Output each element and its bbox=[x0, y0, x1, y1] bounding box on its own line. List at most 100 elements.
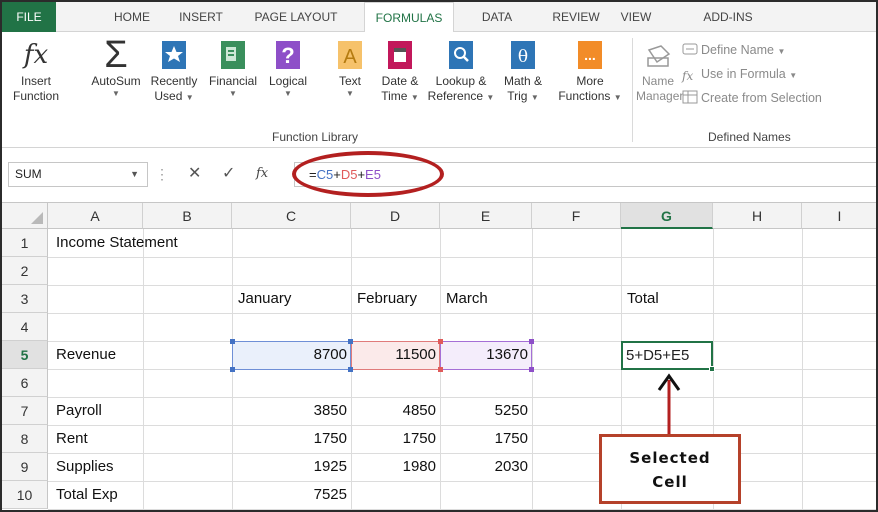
ribbon-tab-bar: FILE HOME INSERT PAGE LAYOUT FORMULAS DA… bbox=[2, 2, 876, 33]
date-time-label-1: Date & bbox=[381, 74, 419, 88]
annotation-circle bbox=[292, 151, 444, 197]
date-time-button[interactable]: Date & Time ▼ bbox=[372, 40, 428, 105]
use-in-formula-button[interactable]: fx Use in Formula ▼ bbox=[682, 64, 797, 84]
cell-d5[interactable]: 11500 bbox=[351, 341, 440, 369]
selected-cell-callout: Selected Cell bbox=[599, 434, 741, 504]
more-functions-button[interactable]: ... More Functions ▼ bbox=[552, 40, 628, 105]
tab-insert[interactable]: INSERT bbox=[170, 2, 232, 32]
worksheet-grid[interactable]: A B C D E F G H I 1 2 3 4 5 6 7 8 9 10 I… bbox=[2, 202, 876, 510]
cell-e8[interactable]: 1750 bbox=[440, 425, 532, 453]
svg-text:A: A bbox=[343, 46, 357, 68]
math-trig-button[interactable]: θ Math & Trig ▼ bbox=[498, 40, 548, 105]
column-header-c[interactable]: C bbox=[232, 203, 351, 229]
cell-d7[interactable]: 4850 bbox=[351, 397, 440, 425]
cell-a1[interactable]: Income Statement bbox=[50, 229, 178, 257]
name-box[interactable]: SUM ▼ bbox=[8, 162, 148, 187]
create-from-selection-button[interactable]: Create from Selection bbox=[682, 88, 822, 108]
formula-bar: SUM ▼ ⋮ ✕ ✓ fx =C5+D5+E5 bbox=[2, 148, 876, 202]
row-header-2[interactable]: 2 bbox=[2, 257, 48, 285]
name-manager-button[interactable]: Name Manager bbox=[636, 40, 683, 104]
name-box-value: SUM bbox=[15, 167, 42, 181]
column-header-h[interactable]: H bbox=[713, 203, 802, 229]
row-header-8[interactable]: 8 bbox=[2, 425, 48, 453]
cell-e5[interactable]: 13670 bbox=[440, 341, 532, 369]
cell-c7[interactable]: 3850 bbox=[232, 397, 351, 425]
magnifier-book-icon bbox=[446, 40, 476, 70]
row-header-7[interactable]: 7 bbox=[2, 397, 48, 425]
lookup-reference-label-1: Lookup & bbox=[435, 74, 487, 88]
cell-e7[interactable]: 5250 bbox=[440, 397, 532, 425]
column-header-g[interactable]: G bbox=[621, 203, 713, 229]
column-header-b[interactable]: B bbox=[143, 203, 232, 229]
recently-used-button[interactable]: Recently Used ▼ bbox=[142, 40, 206, 105]
column-header-d[interactable]: D bbox=[351, 203, 440, 229]
column-header-i[interactable]: I bbox=[802, 203, 876, 229]
cell-e9[interactable]: 2030 bbox=[440, 453, 532, 481]
cell-c9[interactable]: 1925 bbox=[232, 453, 351, 481]
math-trig-label-1: Math & bbox=[503, 74, 542, 88]
excel-window: FILE HOME INSERT PAGE LAYOUT FORMULAS DA… bbox=[0, 0, 878, 512]
logical-button[interactable]: ? Logical ▼ bbox=[260, 40, 316, 99]
cell-g3[interactable]: Total bbox=[621, 285, 659, 313]
row-header-4[interactable]: 4 bbox=[2, 313, 48, 341]
sigma-icon: Σ bbox=[104, 34, 128, 76]
autosum-button[interactable]: Σ AutoSum ▼ bbox=[86, 34, 146, 99]
cell-d3[interactable]: February bbox=[351, 285, 417, 313]
cell-a8[interactable]: Rent bbox=[50, 425, 88, 453]
callout-line-1: Selected bbox=[629, 449, 711, 467]
financial-button[interactable]: Financial ▼ bbox=[202, 40, 264, 99]
cancel-icon[interactable]: ✕ bbox=[188, 161, 201, 186]
text-book-icon: A bbox=[335, 40, 365, 70]
cell-a7[interactable]: Payroll bbox=[50, 397, 102, 425]
cell-a10[interactable]: Total Exp bbox=[50, 481, 118, 509]
insert-function-button[interactable]: fx Insert Function bbox=[4, 40, 68, 104]
date-time-label-2: Time bbox=[381, 89, 408, 103]
row-header-1[interactable]: 1 bbox=[2, 229, 48, 257]
star-book-icon bbox=[159, 40, 189, 70]
tab-view[interactable]: VIEW bbox=[614, 2, 658, 32]
tab-formulas[interactable]: FORMULAS bbox=[364, 2, 454, 33]
create-from-selection-icon bbox=[682, 90, 698, 104]
row-header-6[interactable]: 6 bbox=[2, 369, 48, 397]
cell-c5[interactable]: 8700 bbox=[232, 341, 351, 369]
text-button[interactable]: A Text ▼ bbox=[328, 40, 372, 99]
cell-c3[interactable]: January bbox=[232, 285, 291, 313]
cell-d9[interactable]: 1980 bbox=[351, 453, 440, 481]
row-header-10[interactable]: 10 bbox=[2, 481, 48, 509]
cell-a9[interactable]: Supplies bbox=[50, 453, 114, 481]
check-icon[interactable]: ✓ bbox=[222, 161, 235, 186]
svg-text:...: ... bbox=[584, 47, 596, 63]
tab-file[interactable]: FILE bbox=[2, 2, 56, 32]
cell-d8[interactable]: 1750 bbox=[351, 425, 440, 453]
lookup-reference-label-2: Reference bbox=[427, 89, 484, 103]
tab-add-ins[interactable]: ADD-INS bbox=[692, 2, 764, 32]
gridline bbox=[48, 313, 876, 314]
tab-page-layout[interactable]: PAGE LAYOUT bbox=[246, 2, 346, 32]
define-name-button[interactable]: Define Name ▼ bbox=[682, 40, 785, 60]
callout-line-2: Cell bbox=[652, 473, 688, 491]
autosum-label: AutoSum bbox=[91, 74, 141, 88]
financial-book-icon bbox=[218, 40, 248, 70]
cell-e3[interactable]: March bbox=[440, 285, 488, 313]
chevron-down-icon: ▼ bbox=[130, 169, 139, 179]
gridline bbox=[143, 229, 144, 510]
cell-a5[interactable]: Revenue bbox=[50, 341, 116, 369]
fx-icon[interactable]: fx bbox=[256, 161, 268, 186]
column-header-a[interactable]: A bbox=[48, 203, 143, 229]
fill-handle[interactable] bbox=[709, 366, 715, 372]
tab-home[interactable]: HOME bbox=[102, 2, 162, 32]
cell-c8[interactable]: 1750 bbox=[232, 425, 351, 453]
name-manager-label-1: Name bbox=[641, 74, 674, 88]
row-header-9[interactable]: 9 bbox=[2, 453, 48, 481]
column-header-f[interactable]: F bbox=[532, 203, 621, 229]
row-header-5[interactable]: 5 bbox=[2, 341, 48, 369]
logical-label: Logical bbox=[268, 74, 308, 88]
select-all-corner[interactable] bbox=[2, 203, 48, 229]
column-header-e[interactable]: E bbox=[440, 203, 532, 229]
tab-review[interactable]: REVIEW bbox=[546, 2, 606, 32]
tab-data[interactable]: DATA bbox=[472, 2, 522, 32]
row-header-3[interactable]: 3 bbox=[2, 285, 48, 313]
group-separator bbox=[632, 38, 633, 142]
cell-c10[interactable]: 7525 bbox=[232, 481, 351, 509]
lookup-reference-button[interactable]: Lookup & Reference ▼ bbox=[426, 40, 496, 105]
